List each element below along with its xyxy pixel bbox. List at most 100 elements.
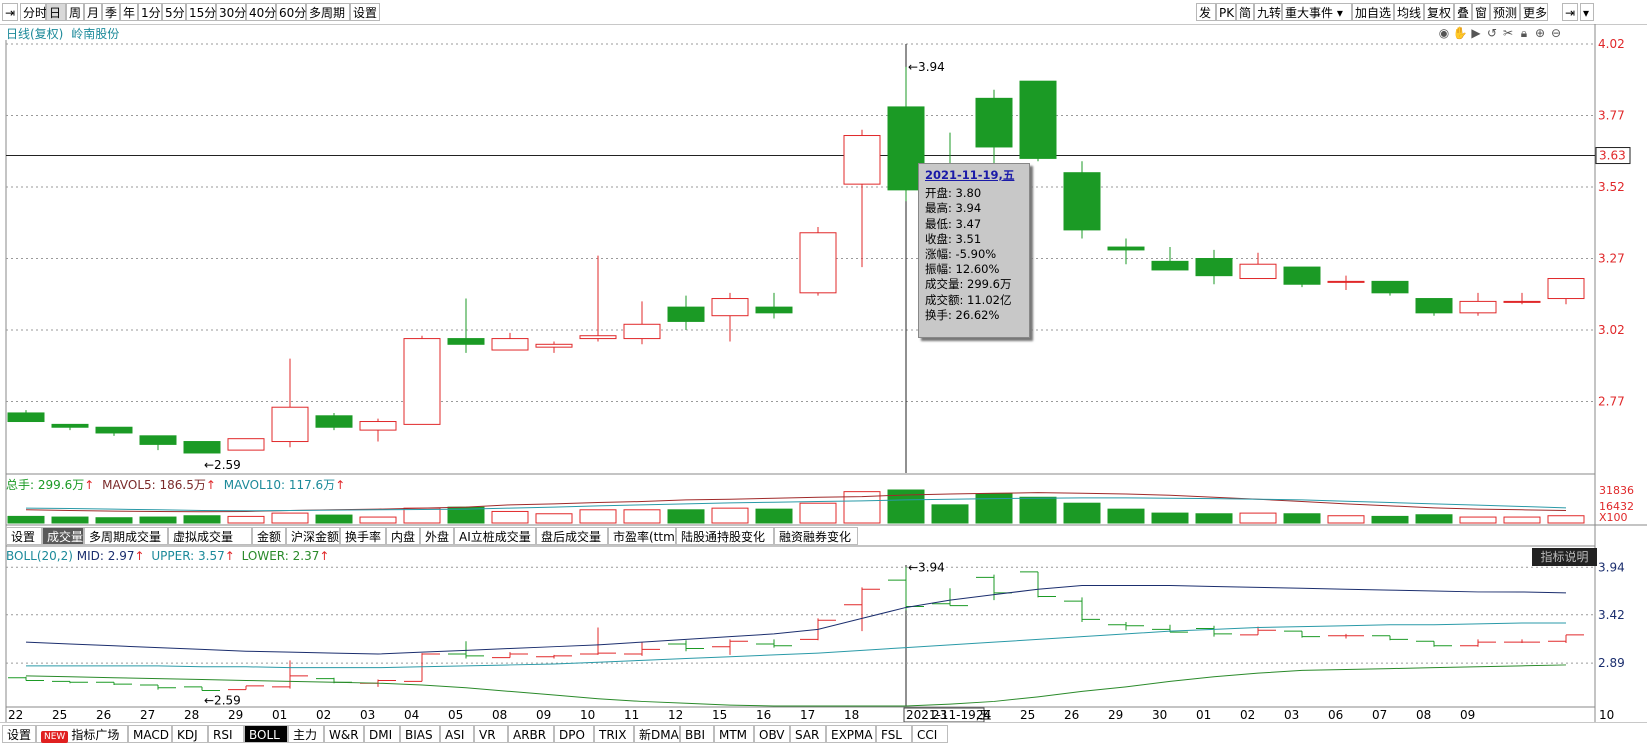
price-tick-label: 4.02 bbox=[1598, 37, 1625, 51]
tooltip-line: 收盘: 3.51 bbox=[925, 231, 982, 246]
x-axis-label: 30 bbox=[1152, 708, 1167, 722]
crosshair-value: 3.63 bbox=[1599, 149, 1626, 163]
bottom-indicator-tab[interactable]: MTM bbox=[714, 725, 754, 743]
volume-bar bbox=[359, 516, 397, 524]
bottom-indicator-tab[interactable]: TRIX bbox=[594, 725, 634, 743]
indicator-tab[interactable]: 市盈率(ttm) bbox=[608, 527, 679, 545]
indicator-tab[interactable]: 外盘 bbox=[420, 527, 454, 545]
bottom-indicator-tab[interactable]: BOLL bbox=[244, 725, 288, 743]
volume-bar bbox=[491, 510, 529, 524]
volume-bar bbox=[535, 513, 573, 524]
x-axis-label: 05 bbox=[448, 708, 463, 722]
bottom-indicator-tab[interactable]: CCI bbox=[912, 725, 948, 743]
bottom-indicator-tab[interactable]: RSI bbox=[208, 725, 244, 743]
x-axis-label: 10 bbox=[1599, 708, 1614, 722]
candle-body bbox=[447, 338, 485, 345]
indicator-tab[interactable]: 成交量 bbox=[42, 527, 84, 545]
boll-tick-label: 3.42 bbox=[1598, 608, 1625, 622]
x-axis-label: 07 bbox=[1372, 708, 1387, 722]
stock-chart[interactable]: 4.02 3.77 3.52 3.27 3.02 2.77 3.63 ←3.94 ←2.59 31… bbox=[0, 0, 1647, 722]
volume-total: 总手: 299.6万 bbox=[6, 478, 85, 492]
indicator-tab[interactable]: 多周期成交量 bbox=[84, 527, 168, 545]
x-axis-label: 29 bbox=[228, 708, 243, 722]
candle-body bbox=[51, 423, 89, 428]
bottom-indicator-tab[interactable]: ARBR bbox=[508, 725, 554, 743]
bottom-indicator-tab[interactable]: SAR bbox=[790, 725, 826, 743]
x-axis-label: 01 bbox=[272, 708, 287, 722]
bottom-indicator-tab[interactable]: NEW 指标广场 bbox=[36, 725, 128, 743]
price-tick-label: 3.27 bbox=[1598, 252, 1625, 266]
x-axis-label: 25 bbox=[52, 708, 67, 722]
volume-bar bbox=[1503, 516, 1541, 524]
volume-bar bbox=[579, 509, 617, 524]
x-axis-label: 06 bbox=[1328, 708, 1343, 722]
x-axis-label: 29 bbox=[1108, 708, 1123, 722]
candle-body bbox=[7, 412, 45, 423]
tab-label: 指标广场 bbox=[71, 728, 120, 742]
candle-body bbox=[755, 306, 793, 314]
volume-bar bbox=[1415, 514, 1453, 524]
volume-bar bbox=[1371, 515, 1409, 524]
x-axis-label: 17 bbox=[800, 708, 815, 722]
x-axis-label: 10 bbox=[580, 708, 595, 722]
volume-bar bbox=[799, 502, 837, 524]
indicator-tab[interactable]: 沪深金额 bbox=[286, 527, 340, 545]
boll-tick-label: 2.89 bbox=[1598, 656, 1625, 670]
bottom-indicator-tab[interactable]: BBI bbox=[680, 725, 714, 743]
x-axis-label: 03 bbox=[1284, 708, 1299, 722]
volume-axis-label: 31836 bbox=[1599, 484, 1634, 497]
bottom-indicator-tab[interactable]: W&R bbox=[324, 725, 364, 743]
candle-body bbox=[535, 343, 573, 348]
indicator-note-button[interactable]: 指标说明 bbox=[1532, 548, 1597, 566]
candle-body bbox=[315, 415, 353, 428]
indicator-tab[interactable]: 虚拟成交量 bbox=[168, 527, 252, 545]
x-axis-label: 26 bbox=[96, 708, 111, 722]
bottom-indicator-tab[interactable]: OBV bbox=[754, 725, 790, 743]
candle-body bbox=[1415, 298, 1453, 314]
indicator-tab[interactable]: 盘后成交量 bbox=[536, 527, 608, 545]
indicator-tab[interactable]: 内盘 bbox=[386, 527, 420, 545]
tooltip-line: 成交量: 299.6万 bbox=[925, 277, 1012, 292]
bottom-indicator-tab[interactable]: EXPMA bbox=[826, 725, 876, 743]
indicator-tab[interactable]: 设置 bbox=[6, 527, 42, 545]
bottom-indicator-tab[interactable]: BIAS bbox=[400, 725, 440, 743]
candle-body bbox=[359, 421, 397, 431]
tooltip-line: 涨幅: -5.90% bbox=[925, 247, 997, 262]
candle-body bbox=[491, 338, 529, 351]
bottom-indicator-tab[interactable]: FSL bbox=[876, 725, 912, 743]
indicator-tab[interactable]: 金额 bbox=[252, 527, 286, 545]
volume-bar bbox=[667, 509, 705, 524]
bottom-indicator-tab[interactable]: DMI bbox=[364, 725, 400, 743]
volume-bar bbox=[315, 514, 353, 524]
bottom-indicator-tab[interactable]: ASI bbox=[440, 725, 474, 743]
bottom-indicator-tab[interactable]: VR bbox=[474, 725, 508, 743]
x-axis-label: 15 bbox=[712, 708, 727, 722]
bottom-indicator-tab[interactable]: MACD bbox=[128, 725, 172, 743]
volume-bar bbox=[7, 515, 45, 524]
bottom-indicator-tab[interactable]: 主力 bbox=[288, 725, 324, 743]
price-tick-label: 3.02 bbox=[1598, 323, 1625, 337]
x-axis-label: 08 bbox=[492, 708, 507, 722]
up-arrow-icon: ↑ bbox=[84, 478, 95, 492]
up-arrow-icon: ↑ bbox=[205, 478, 216, 492]
bottom-indicator-tab[interactable]: KDJ bbox=[172, 725, 208, 743]
candle-body bbox=[95, 426, 133, 434]
bottom-indicator-tab[interactable]: DPO bbox=[554, 725, 594, 743]
indicator-tab[interactable]: 换手率 bbox=[340, 527, 386, 545]
up-arrow-icon: ↑ bbox=[319, 549, 330, 563]
bottom-indicator-tab[interactable]: 新DMA bbox=[634, 725, 680, 743]
candle-body bbox=[1239, 263, 1277, 280]
indicator-tab[interactable]: 融资融券变化 bbox=[774, 527, 858, 545]
x-axis-label: 01 bbox=[1196, 708, 1211, 722]
bottom-indicator-tab[interactable]: 设置 bbox=[2, 725, 36, 743]
new-badge: NEW bbox=[41, 731, 69, 743]
tooltip-date: 2021-11-19,五 bbox=[925, 168, 1015, 182]
indicator-tab[interactable]: AI立桩成交量 bbox=[454, 527, 536, 545]
volume-bar bbox=[271, 512, 309, 524]
candle-body bbox=[1283, 266, 1321, 285]
indicator-tab[interactable]: 陆股通持股变化 bbox=[676, 527, 774, 545]
volume-bar bbox=[931, 504, 969, 524]
price-tick-label: 3.77 bbox=[1598, 109, 1625, 123]
boll-name: BOLL(20,2) bbox=[6, 549, 73, 563]
boll-upper-line bbox=[26, 622, 1566, 669]
